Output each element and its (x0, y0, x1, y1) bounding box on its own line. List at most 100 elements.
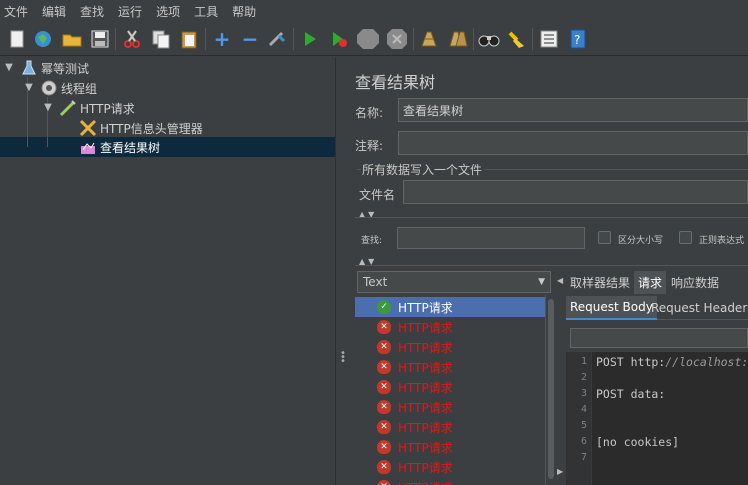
result-row[interactable]: ✕ HTTP请求 (355, 317, 545, 337)
function-helper-icon[interactable] (538, 28, 560, 50)
tree-item-thread-group[interactable]: 线程组 (40, 78, 97, 98)
http-sampler-icon (59, 99, 77, 117)
result-row-label: HTTP请求 (398, 440, 453, 455)
expand-icon[interactable]: + (211, 28, 233, 50)
tree-item-label: HTTP信息头管理器 (100, 121, 203, 136)
copy-icon[interactable] (150, 28, 172, 50)
save-icon[interactable] (89, 28, 111, 50)
tab-request[interactable]: 请求 (634, 271, 667, 294)
code-text: [no cookies] (596, 435, 680, 449)
renderer-select-value: Text (363, 275, 388, 289)
clear-icon[interactable] (418, 28, 440, 50)
result-row[interactable]: ✓ HTTP请求 (355, 297, 545, 317)
help-icon[interactable]: ? (567, 28, 589, 50)
toolbar-separator (205, 28, 206, 50)
comment-field[interactable] (398, 131, 748, 155)
write-all-label: 所有数据写入一个文件 (362, 163, 483, 177)
toolbar-separator (115, 28, 116, 50)
start-icon[interactable] (299, 28, 321, 50)
name-field[interactable]: 查看结果树 (398, 98, 748, 122)
collapse-icon[interactable]: − (239, 28, 261, 50)
tree-item-result-tree[interactable]: 查看结果树 (79, 137, 160, 157)
group-border (357, 169, 361, 170)
menu-tools[interactable]: 工具 (194, 3, 218, 20)
clear-all-icon[interactable] (447, 28, 469, 50)
chevron-down-icon[interactable]: ▼ (42, 101, 54, 113)
renderer-select[interactable]: Text ▼ (357, 271, 551, 293)
menu-edit[interactable]: 编辑 (42, 3, 66, 20)
tree-item-header-manager[interactable]: HTTP信息头管理器 (79, 118, 203, 138)
svg-text:?: ? (574, 33, 580, 47)
tree-item-http-request[interactable]: HTTP请求 (59, 98, 135, 118)
search-icon[interactable] (478, 28, 500, 50)
result-list: ✓ HTTP请求 ✕ HTTP请求 ✕ HTTP请求 ✕ HTTP请求 ✕ HTTP请求 ✕ HTTP… (355, 295, 545, 485)
chevron-down-icon[interactable]: ▼ (3, 61, 15, 73)
search-label: 查找: (361, 236, 383, 246)
start-no-pause-icon[interactable] (328, 28, 350, 50)
menu-file[interactable]: 文件 (4, 3, 28, 20)
split-pane-divider[interactable]: • • • (335, 57, 347, 485)
menu-search[interactable]: 查找 (80, 3, 104, 20)
menu-help[interactable]: 帮助 (232, 3, 256, 20)
tree-item-label: 查看结果树 (100, 140, 161, 155)
result-row[interactable]: ✕ HTTP请求 (355, 437, 545, 457)
tab-response-data[interactable]: 响应数据 (667, 271, 723, 294)
paste-icon[interactable] (178, 28, 200, 50)
templates-icon[interactable] (32, 28, 54, 50)
result-row[interactable]: ✕ HTTP请求 (355, 417, 545, 437)
drag-handle-icon[interactable]: • • • (340, 349, 346, 367)
line-number: 7 (580, 452, 587, 463)
open-icon[interactable] (61, 28, 83, 50)
request-body-editor[interactable]: 1 2 3 4 5 6 7 POST http://localhost: POST data:… (566, 352, 748, 485)
tree-item-test-plan[interactable]: 幂等测试 (20, 58, 89, 78)
search-field[interactable] (397, 227, 585, 249)
chevron-right-icon[interactable]: ▶ (557, 467, 563, 476)
regex-checkbox[interactable] (679, 231, 692, 244)
code-url-text: //localhost: (665, 355, 748, 369)
tab-request-headers[interactable]: Request Headers (647, 296, 748, 320)
result-row-label: HTTP请求 (398, 300, 453, 315)
line-number: 3 (580, 388, 587, 399)
line-number: 5 (580, 420, 587, 431)
filename-field[interactable] (403, 180, 748, 204)
case-sensitive-label: 区分大小写 (618, 236, 664, 246)
chevron-down-icon[interactable]: ▼ (23, 81, 35, 93)
toggle-icon[interactable] (266, 28, 288, 50)
line-number: 2 (580, 372, 587, 383)
result-list-scrollbar[interactable] (545, 295, 556, 485)
result-row[interactable]: ✕ HTTP请求 (355, 357, 545, 377)
tab-request-body[interactable]: Request Body (566, 296, 657, 320)
scrollbar-thumb[interactable] (548, 299, 554, 479)
tree-item-label: 幂等测试 (41, 61, 90, 76)
result-row-label: HTTP请求 (398, 320, 453, 335)
stop-icon[interactable] (355, 28, 381, 50)
result-tree-icon (79, 138, 97, 156)
menu-options[interactable]: 选项 (156, 3, 180, 20)
code-line: POST http://localhost: (596, 355, 748, 369)
reset-search-icon[interactable] (506, 28, 528, 50)
error-shield-icon: ✕ (377, 420, 391, 434)
request-search-field[interactable] (570, 328, 748, 348)
result-row[interactable]: ✕ HTTP请求 (355, 377, 545, 397)
shutdown-icon[interactable] (386, 28, 408, 50)
cut-icon[interactable] (121, 28, 143, 50)
result-row[interactable]: ✕ HTTP请求 (355, 397, 545, 417)
result-row-label: HTTP请求 (398, 420, 453, 435)
result-row[interactable]: ✕ HTTP请求 (355, 457, 545, 477)
result-row[interactable]: ✕ HTTP请求 (355, 477, 545, 485)
name-label: 名称: (355, 106, 384, 120)
case-sensitive-checkbox[interactable] (598, 231, 611, 244)
result-row-label: HTTP请求 (398, 460, 453, 475)
page-title: 查看结果树 (355, 73, 436, 92)
result-row[interactable]: ✕ HTTP请求 (355, 337, 545, 357)
menu-run[interactable]: 运行 (118, 3, 142, 20)
line-number: 4 (580, 404, 587, 415)
new-icon[interactable] (6, 28, 28, 50)
error-shield-icon: ✕ (377, 360, 391, 374)
divider (355, 265, 748, 266)
chevron-left-icon[interactable]: ◀ (557, 276, 563, 285)
toolbar-separator (413, 28, 414, 50)
tab-sampler-result[interactable]: 取样器结果 (566, 271, 634, 294)
result-row-label: HTTP请求 (398, 360, 453, 375)
error-shield-icon: ✕ (377, 380, 391, 394)
